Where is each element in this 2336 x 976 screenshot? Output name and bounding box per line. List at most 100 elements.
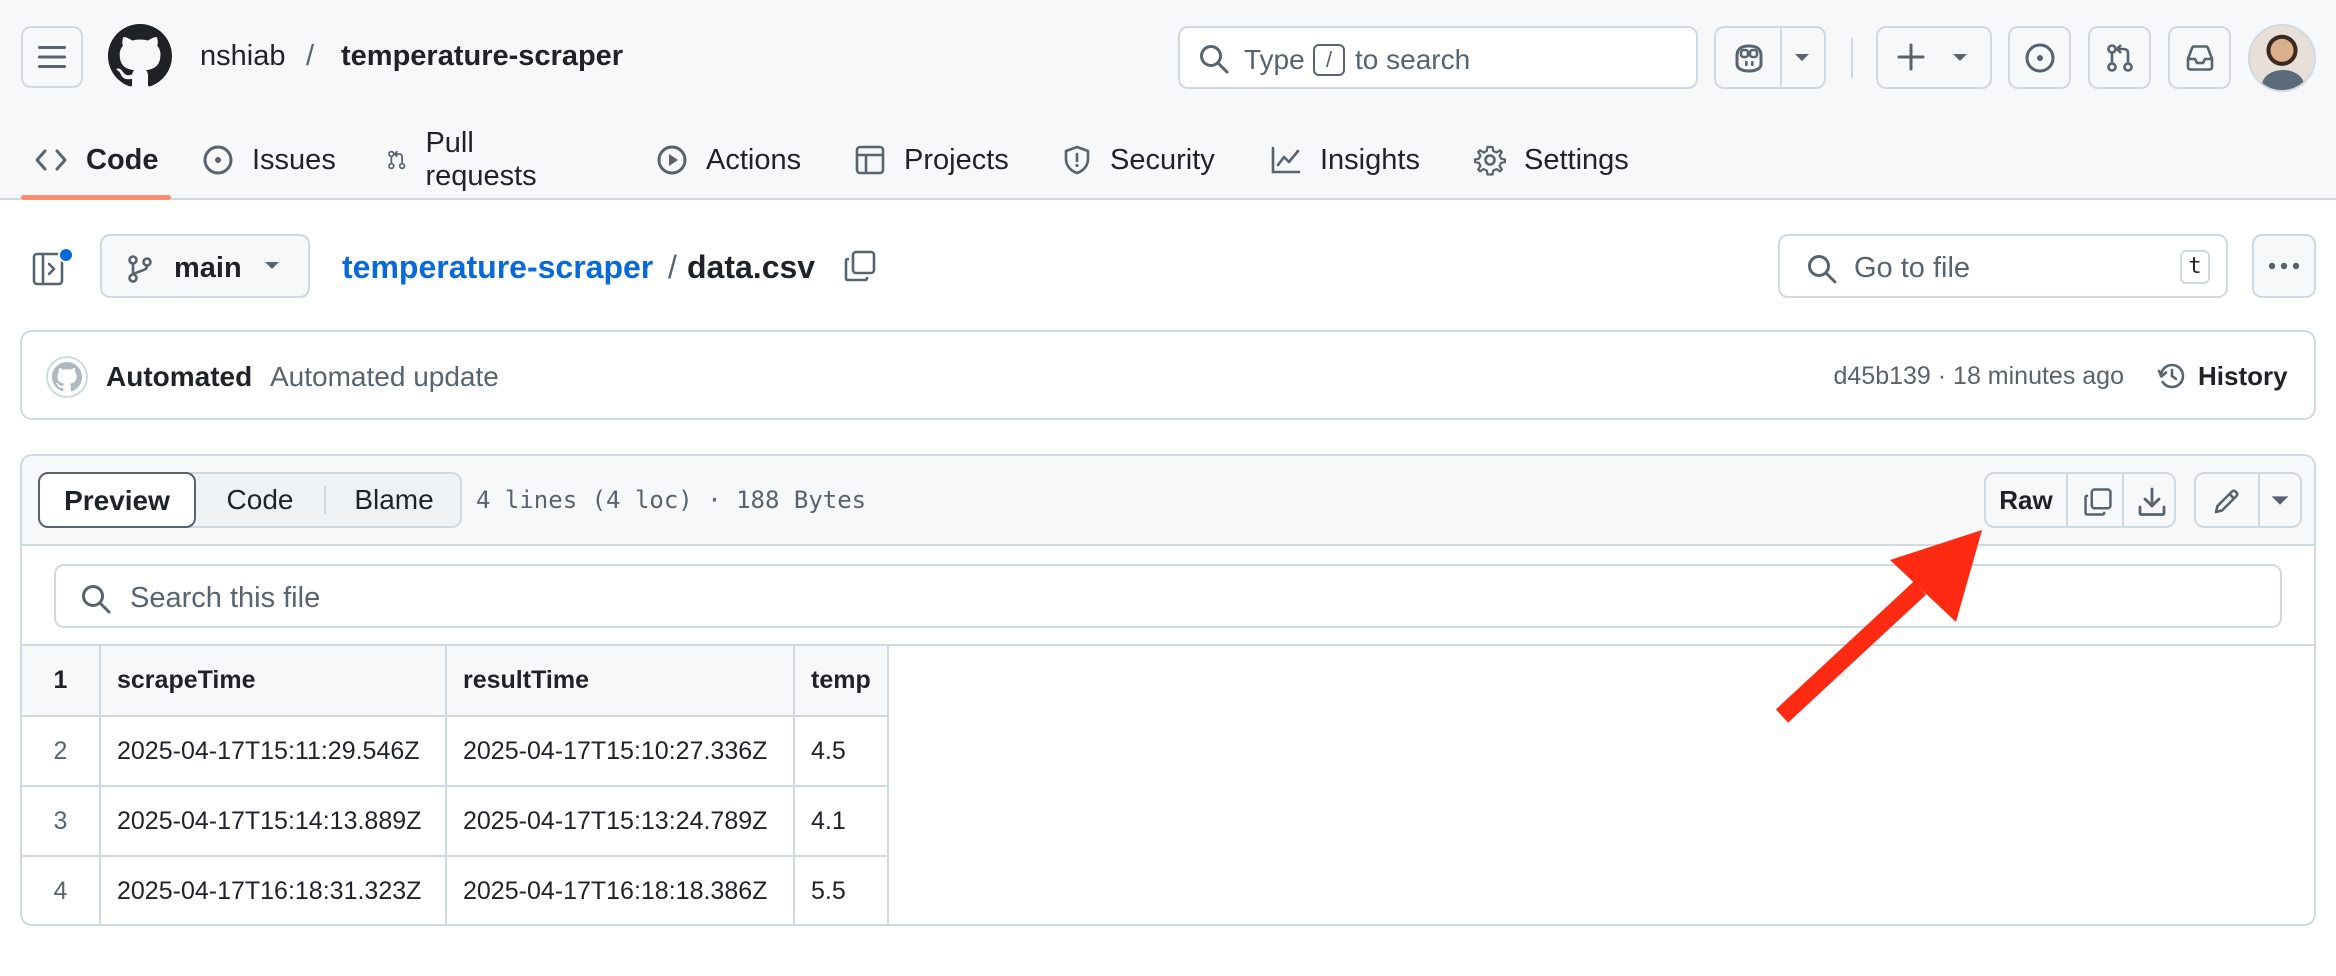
tab-pull-requests[interactable]: Pull requests bbox=[386, 120, 545, 200]
plus-icon bbox=[1897, 43, 1925, 71]
download-icon[interactable] bbox=[2136, 486, 2168, 518]
tab-insights-label: Insights bbox=[1320, 143, 1420, 176]
tab-security[interactable]: Security bbox=[1062, 120, 1215, 200]
gear-icon bbox=[1474, 145, 1506, 176]
issue-icon bbox=[203, 145, 233, 175]
column-header: temp bbox=[793, 646, 889, 717]
table-cell: 2025-04-17T16:18:31.323Z bbox=[99, 855, 447, 924]
commit-author-link[interactable]: Automated bbox=[106, 361, 252, 393]
tab-code[interactable]: Code bbox=[34, 120, 159, 200]
chevron-down-icon[interactable] bbox=[1792, 50, 1812, 64]
go-to-file-input[interactable]: Go to file t bbox=[1778, 234, 2228, 298]
pull-request-icon bbox=[2106, 43, 2133, 72]
copilot-button[interactable] bbox=[1714, 26, 1826, 89]
github-logo-icon[interactable] bbox=[108, 24, 172, 88]
table-cell: 2025-04-17T16:18:18.386Z bbox=[445, 855, 795, 924]
view-mode-segmented-control: Preview Code Blame bbox=[38, 472, 462, 528]
chevron-down-icon bbox=[265, 262, 279, 269]
search-suffix-text: to search bbox=[1355, 44, 1471, 75]
play-icon bbox=[657, 145, 687, 175]
branch-name: main bbox=[174, 252, 242, 284]
global-search-input[interactable]: Type / to search bbox=[1178, 26, 1698, 89]
tab-actions-label: Actions bbox=[706, 143, 802, 176]
side-panel-toggle-icon[interactable] bbox=[30, 246, 74, 290]
table-cell: 2025-04-17T15:10:27.336Z bbox=[445, 715, 795, 787]
tab-blame[interactable]: Blame bbox=[326, 474, 462, 526]
tab-insights[interactable]: Insights bbox=[1270, 120, 1420, 200]
action-divider bbox=[2258, 474, 2260, 526]
repo-owner-link[interactable]: nshiab bbox=[200, 40, 285, 73]
create-new-button[interactable] bbox=[1876, 26, 1992, 89]
search-prefix-text: Type bbox=[1244, 44, 1305, 75]
copy-raw-icon[interactable] bbox=[2082, 486, 2114, 518]
raw-button[interactable]: Raw bbox=[1986, 474, 2066, 526]
global-header: nshiab / temperature-scraper Type / to s… bbox=[0, 0, 2336, 200]
breadcrumb-separator: / bbox=[668, 249, 677, 285]
tab-code-label: Code bbox=[86, 143, 159, 176]
file-info: 4 lines (4 loc) · 188 Bytes bbox=[476, 486, 867, 514]
your-issues-button[interactable] bbox=[2008, 26, 2071, 89]
latest-commit-bar: Automated Automated update d45b139 · 18 … bbox=[20, 330, 2316, 420]
column-header: scrapeTime bbox=[99, 646, 447, 717]
search-shortcut-key: / bbox=[1313, 44, 1345, 76]
breadcrumb-file-name: data.csv bbox=[687, 249, 816, 285]
commit-hash-and-time[interactable]: d45b139 · 18 minutes ago bbox=[1834, 362, 2125, 391]
graph-icon bbox=[1271, 146, 1301, 174]
history-label: History bbox=[2198, 360, 2288, 391]
line-number[interactable]: 4 bbox=[22, 855, 101, 924]
table-cell: 2025-04-17T15:11:29.546Z bbox=[99, 715, 447, 787]
tab-issues[interactable]: Issues bbox=[202, 120, 336, 200]
tab-code-view[interactable]: Code bbox=[196, 474, 324, 526]
copy-icon[interactable] bbox=[842, 248, 878, 284]
tab-preview[interactable]: Preview bbox=[38, 472, 196, 528]
commit-author-avatar[interactable] bbox=[46, 356, 88, 398]
code-icon bbox=[35, 149, 67, 171]
search-icon bbox=[1808, 255, 1837, 284]
line-number[interactable]: 2 bbox=[22, 715, 101, 787]
line-number[interactable]: 1 bbox=[22, 646, 101, 717]
github-logo-icon bbox=[52, 362, 82, 392]
chevron-down-icon bbox=[1953, 54, 1967, 61]
shield-icon bbox=[1064, 145, 1090, 175]
action-divider bbox=[2066, 474, 2068, 526]
tab-actions[interactable]: Actions bbox=[656, 120, 801, 200]
more-options-button[interactable] bbox=[2252, 234, 2316, 298]
history-icon bbox=[2157, 363, 2185, 389]
history-button[interactable]: History bbox=[2156, 352, 2288, 400]
branch-selector-button[interactable]: main bbox=[100, 234, 310, 298]
copilot-split-divider bbox=[1780, 28, 1782, 87]
kebab-horizontal-icon bbox=[2268, 262, 2300, 270]
inbox-icon bbox=[2186, 44, 2213, 71]
tab-projects-label: Projects bbox=[904, 143, 1009, 176]
your-pull-requests-button[interactable] bbox=[2088, 26, 2151, 89]
tab-issues-label: Issues bbox=[252, 143, 336, 176]
pull-request-icon bbox=[388, 150, 406, 170]
commit-message-link[interactable]: Automated update bbox=[270, 361, 499, 393]
pencil-icon[interactable] bbox=[2210, 486, 2242, 518]
copilot-icon bbox=[1735, 44, 1763, 73]
git-branch-icon bbox=[128, 255, 152, 283]
table-row: 4 2025-04-17T16:18:31.323Z 2025-04-17T16… bbox=[22, 855, 889, 924]
csv-table: 1 scrapeTime resultTime temp 2 2025-04-1… bbox=[22, 646, 889, 924]
issue-icon bbox=[2025, 43, 2054, 72]
line-number[interactable]: 3 bbox=[22, 785, 101, 857]
repo-name-link[interactable]: temperature-scraper bbox=[341, 40, 623, 73]
menu-button[interactable] bbox=[21, 26, 83, 88]
table-icon bbox=[855, 145, 885, 175]
tab-settings[interactable]: Settings bbox=[1474, 120, 1629, 200]
column-header: resultTime bbox=[445, 646, 795, 717]
table-cell: 2025-04-17T15:14:13.889Z bbox=[99, 785, 447, 857]
chevron-down-icon[interactable] bbox=[2268, 490, 2292, 510]
breadcrumb-repo-link[interactable]: temperature-scraper bbox=[342, 249, 653, 286]
go-to-file-shortcut-key: t bbox=[2180, 250, 2210, 284]
breadcrumb-separator: / bbox=[306, 40, 315, 72]
action-divider bbox=[2122, 474, 2124, 526]
tab-settings-label: Settings bbox=[1524, 143, 1629, 176]
inbox-button[interactable] bbox=[2168, 26, 2231, 89]
user-avatar[interactable] bbox=[2248, 24, 2316, 92]
tab-pull-requests-label: Pull requests bbox=[425, 127, 537, 192]
tab-projects[interactable]: Projects bbox=[854, 120, 1009, 200]
header-divider bbox=[1851, 38, 1853, 78]
table-row: 2 2025-04-17T15:11:29.546Z 2025-04-17T15… bbox=[22, 715, 889, 787]
avatar-shape bbox=[2262, 70, 2304, 90]
